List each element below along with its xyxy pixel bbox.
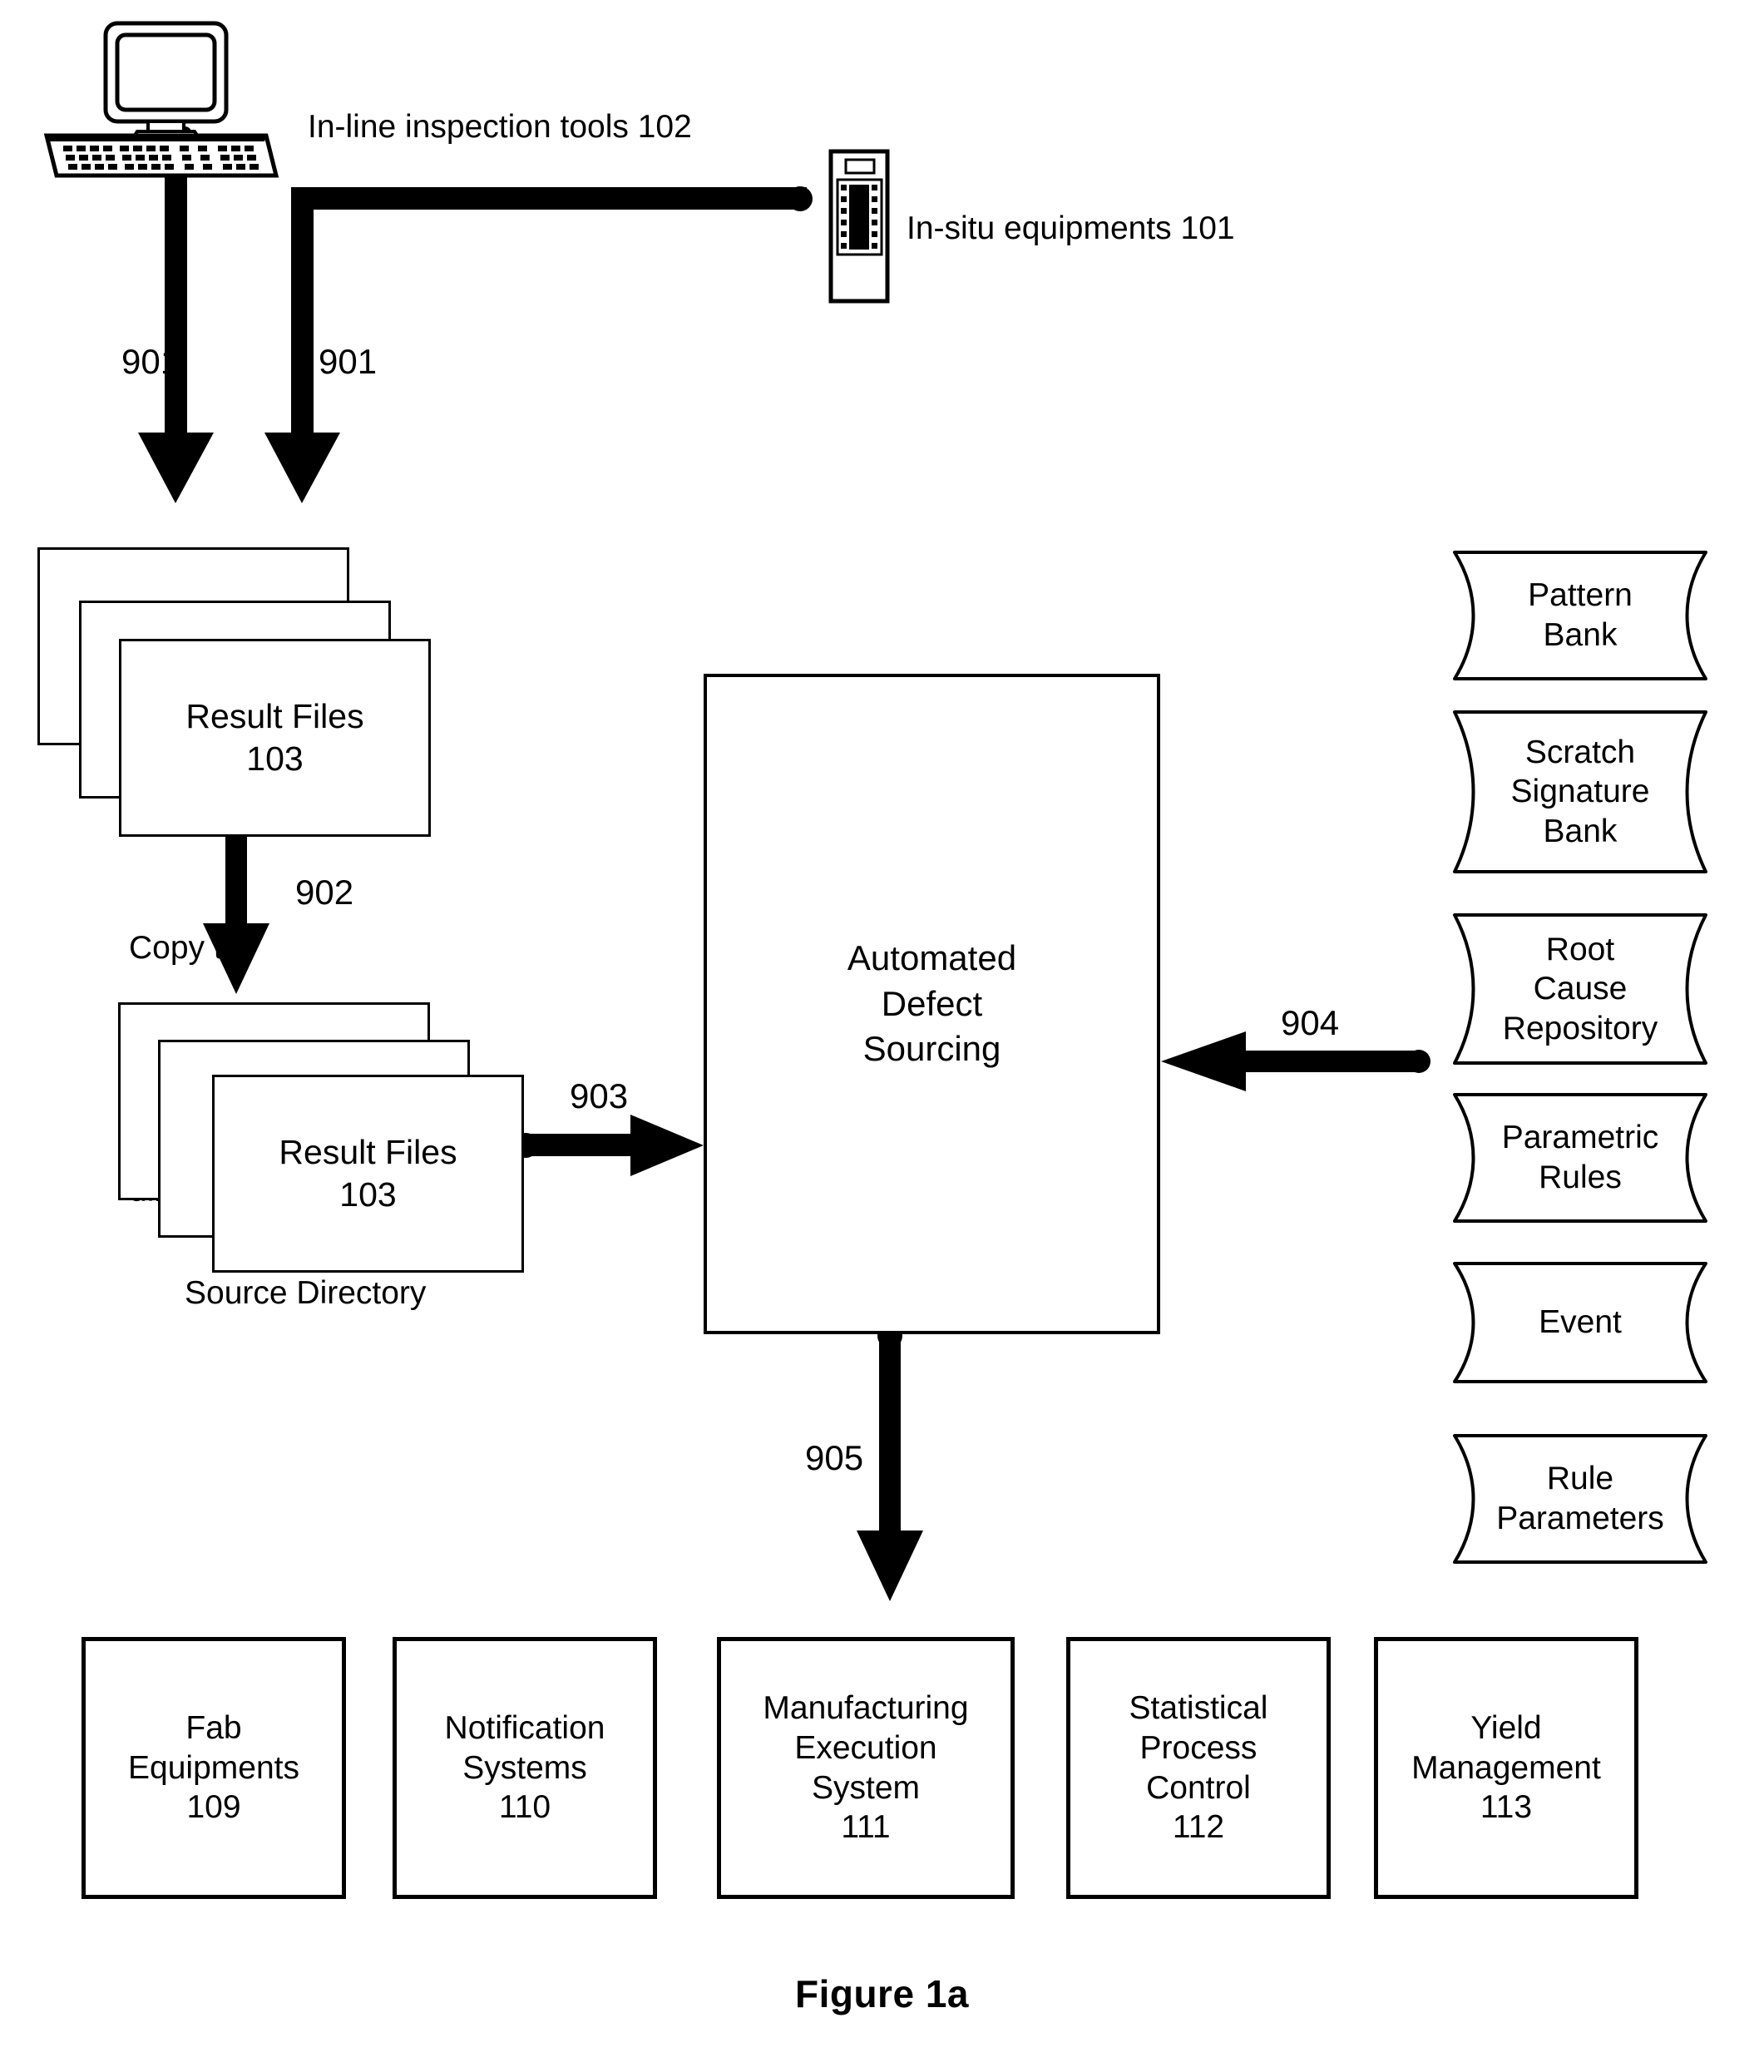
flow-label-901-right: 901 bbox=[319, 342, 378, 381]
output-system-label-line: Management bbox=[1411, 1749, 1601, 1786]
output-system-label-line: Manufacturing bbox=[763, 1690, 969, 1727]
output-system-label-line: Systems bbox=[462, 1749, 587, 1786]
output-system-box: Notification Systems 110 bbox=[393, 1637, 657, 1899]
result-files-card-front: Result Files 103 bbox=[119, 639, 431, 837]
copy-note-line1: Copy to bbox=[129, 929, 241, 966]
output-system-label-line: Yield bbox=[1470, 1710, 1542, 1747]
source-directory-label: Source Directory bbox=[185, 1275, 427, 1311]
output-system-box: Fab Equipments 109 bbox=[82, 1637, 346, 1899]
output-system-label-line: System bbox=[811, 1769, 920, 1806]
flow-label-904: 904 bbox=[1281, 1003, 1340, 1042]
arrow-903 bbox=[513, 1115, 704, 1176]
keyboard-icon bbox=[43, 133, 279, 178]
result-files-title: Result Files bbox=[185, 696, 364, 735]
ads-line-1: Automated bbox=[847, 938, 1017, 978]
flow-label-902: 902 bbox=[295, 873, 354, 912]
output-system-box: Manufacturing Execution System 111 bbox=[717, 1637, 1015, 1899]
output-system-label-line: Control bbox=[1146, 1769, 1251, 1806]
automated-defect-sourcing-box: Automated Defect Sourcing bbox=[704, 674, 1160, 1334]
output-system-label-line: Process bbox=[1139, 1729, 1258, 1766]
output-system-label-line: 111 bbox=[841, 1809, 891, 1846]
in-situ-equipments-label: In-situ equipments 101 bbox=[907, 210, 1235, 246]
equipment-rack-icon bbox=[828, 149, 890, 304]
output-system-label-line: Fab bbox=[185, 1710, 242, 1747]
output-system-label-line: Execution bbox=[794, 1729, 937, 1766]
patent-figure-canvas: In-line inspection tools 102 In-situ equ… bbox=[0, 0, 1764, 2072]
output-system-label-line: 109 bbox=[186, 1789, 241, 1826]
output-system-label-line: Equipments bbox=[128, 1749, 299, 1786]
source-result-files-title: Result Files bbox=[279, 1132, 457, 1171]
flow-label-905: 905 bbox=[805, 1438, 864, 1477]
arrow-905 bbox=[857, 1323, 923, 1601]
ads-line-3: Sourcing bbox=[862, 1029, 1001, 1069]
source-result-files-ref: 103 bbox=[339, 1175, 397, 1214]
output-system-label-line: Notification bbox=[444, 1710, 605, 1747]
output-system-label-line: 112 bbox=[1172, 1809, 1225, 1846]
result-files-ref: 103 bbox=[246, 739, 304, 778]
flow-label-903: 903 bbox=[570, 1076, 629, 1115]
output-system-label-line: 113 bbox=[1480, 1789, 1533, 1826]
output-system-box: Statistical Process Control 112 bbox=[1066, 1637, 1331, 1899]
output-system-label-line: 110 bbox=[498, 1789, 551, 1826]
output-system-box: Yield Management 113 bbox=[1374, 1637, 1638, 1899]
source-result-files-card-front: Result Files 103 bbox=[212, 1075, 524, 1273]
inline-inspection-tools-label: In-line inspection tools 102 bbox=[308, 109, 692, 145]
flow-label-901-left: 901 bbox=[121, 342, 180, 381]
output-system-label-line: Statistical bbox=[1129, 1690, 1268, 1727]
figure-caption: Figure 1a bbox=[794, 1972, 969, 2015]
ads-line-2: Defect bbox=[881, 983, 983, 1023]
